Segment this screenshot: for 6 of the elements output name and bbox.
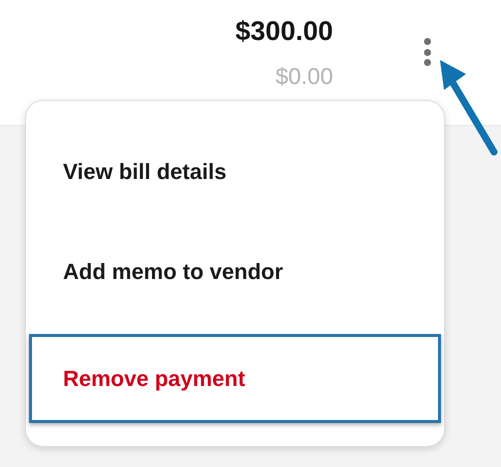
menu-item[interactable]: Add memo to vendor [26,221,444,321]
secondary-amount: $0.00 [275,62,333,91]
menu-item[interactable]: View bill details [26,121,444,221]
more-options-icon[interactable] [422,36,432,68]
amount: $300.00 [235,15,333,48]
menu-item[interactable]: Remove payment [29,334,441,423]
